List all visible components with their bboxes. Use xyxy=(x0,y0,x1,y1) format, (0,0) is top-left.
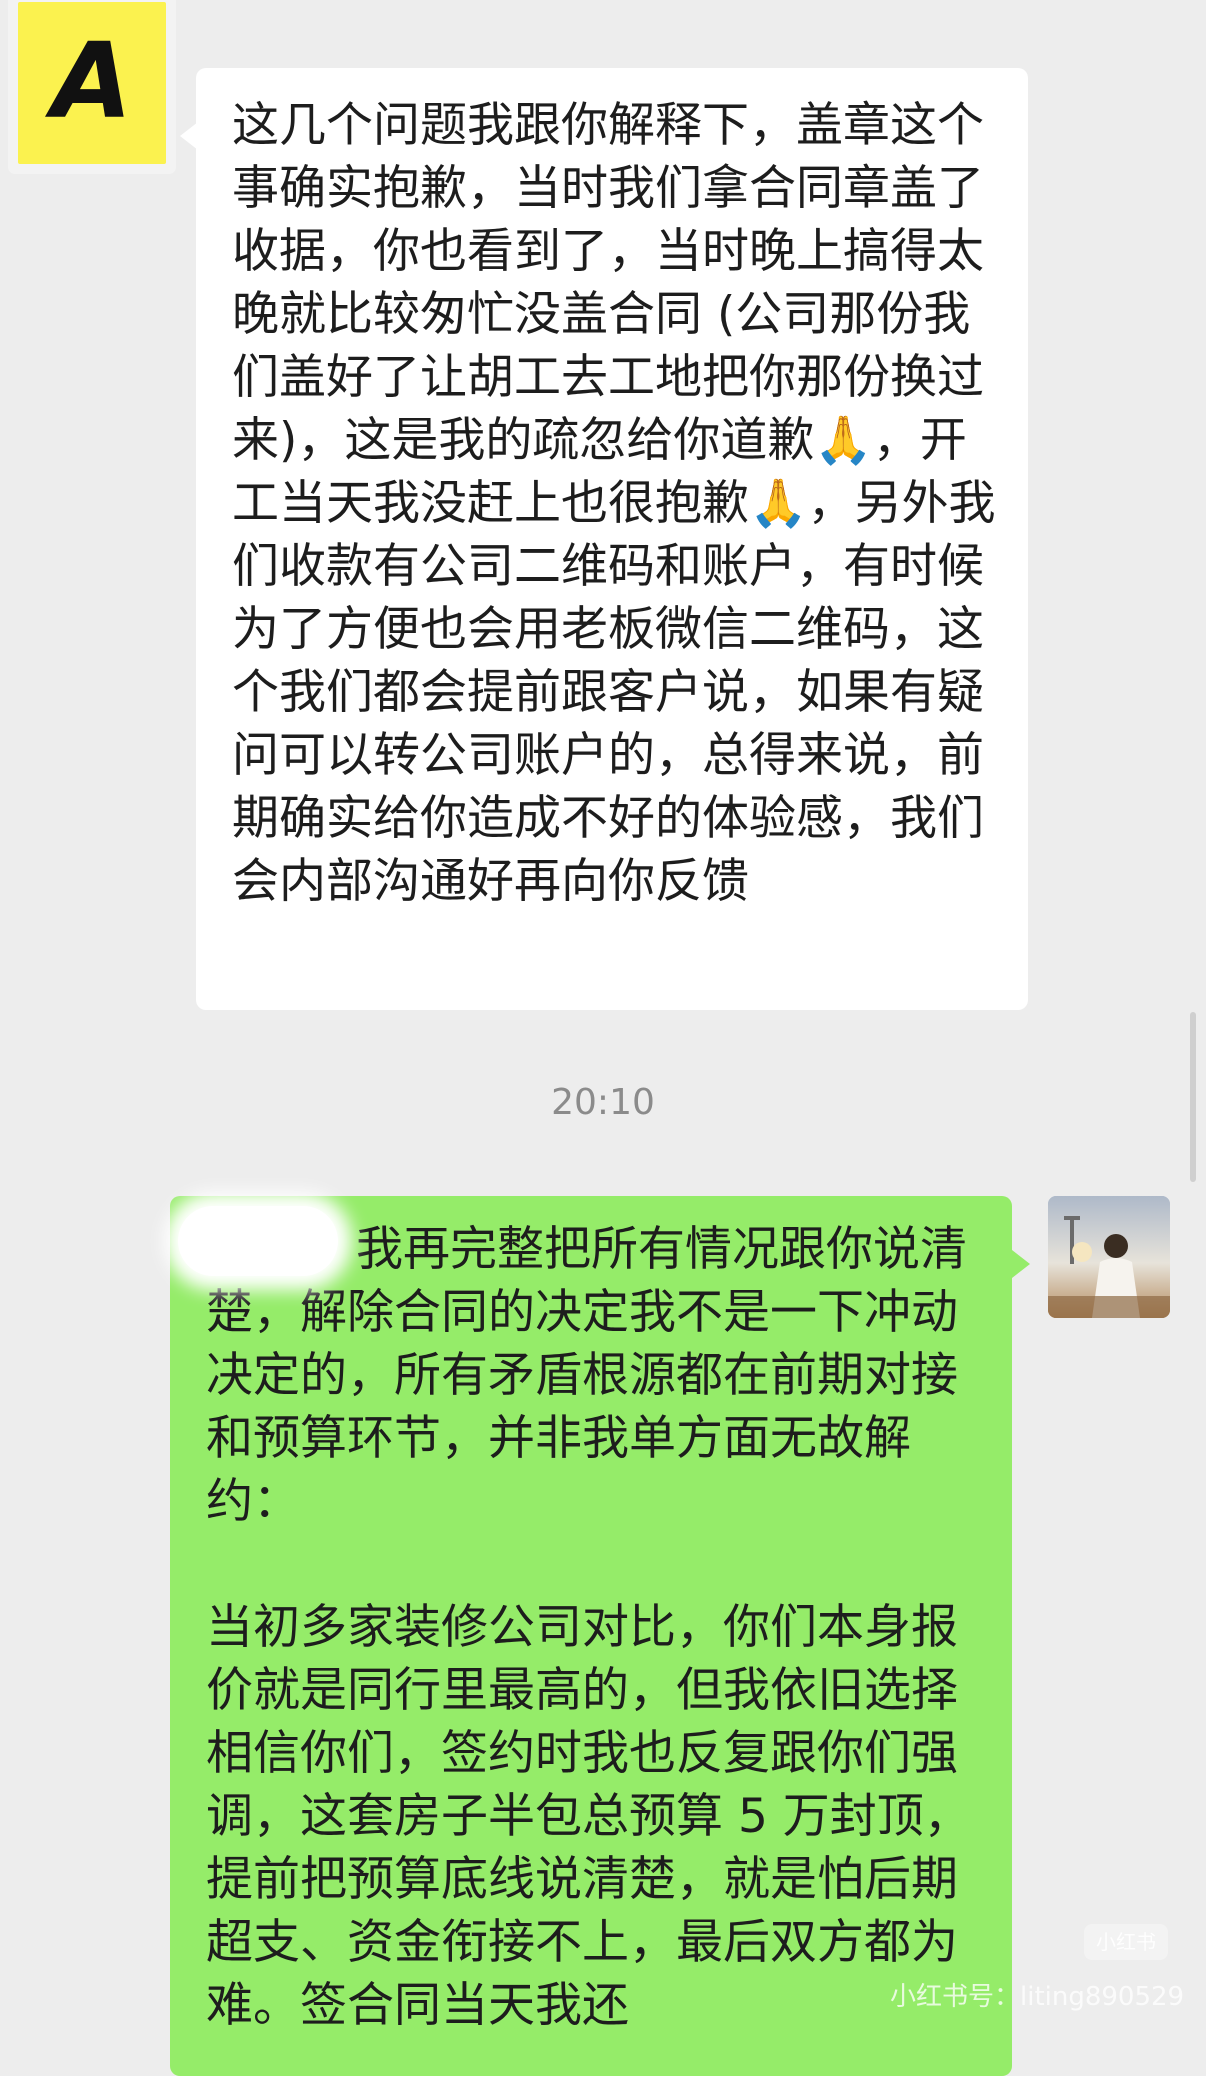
watermark-badge: 小红书 xyxy=(1084,1924,1168,1960)
redaction-blur xyxy=(178,1206,338,1276)
scrollbar[interactable] xyxy=(1190,1012,1196,1182)
avatar-letter: A xyxy=(51,20,133,142)
user-photo-avatar-icon xyxy=(1048,1196,1170,1318)
outgoing-message-bubble[interactable]: 我再完整把所有情况跟你说清楚，解除合同的决定我不是一下冲动决定的，所有矛盾根源都… xyxy=(170,1196,1030,2076)
incoming-message-text: 这几个问题我跟你解释下，盖章这个事确实抱歉，当时我们拿合同章盖了收据，你也看到了… xyxy=(232,98,996,909)
contact-avatar[interactable]: A xyxy=(18,2,166,164)
incoming-message-bubble[interactable]: 这几个问题我跟你解释下，盖章这个事确实抱歉，当时我们拿合同章盖了收据，你也看到了… xyxy=(180,68,1028,1010)
user-avatar[interactable] xyxy=(1048,1196,1170,1318)
message-timestamp: 20:10 xyxy=(551,1082,655,1123)
outgoing-message-text: 我再完整把所有情况跟你说清楚，解除合同的决定我不是一下冲动决定的，所有矛盾根源都… xyxy=(206,1222,971,2033)
watermark-text: 小红书号：liting890529 xyxy=(890,1982,1185,2012)
